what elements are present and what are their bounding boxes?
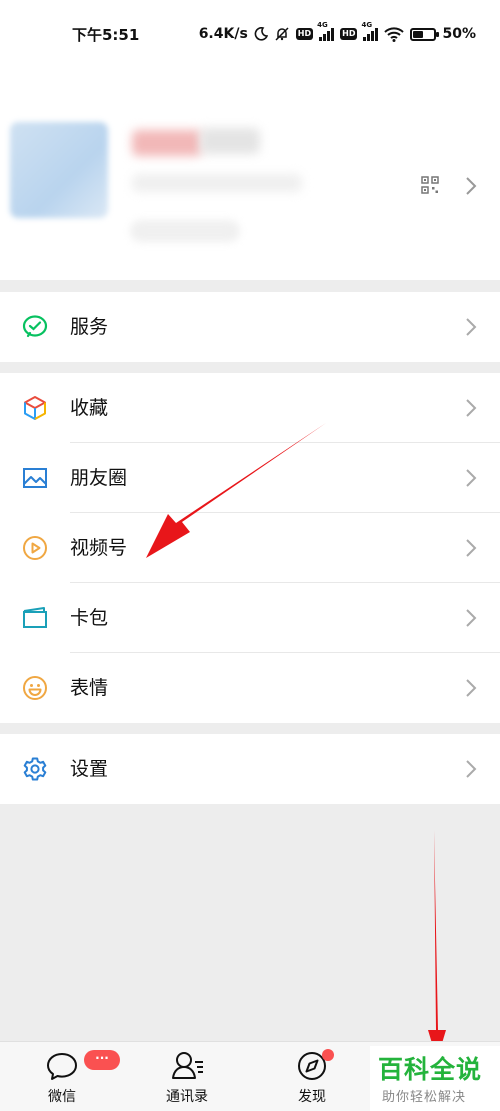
signal-icon: 4G	[317, 21, 335, 41]
tab-discover[interactable]: 发现	[262, 1042, 362, 1111]
chevron-right-icon	[466, 760, 477, 778]
services-section: 服务	[0, 292, 500, 362]
discover-badge-dot	[322, 1049, 334, 1061]
battery-fill	[413, 30, 424, 38]
chevron-right-icon	[466, 609, 477, 627]
wechat-pay-icon	[22, 315, 48, 338]
net-speed: 6.4K/s	[198, 26, 248, 42]
tab-label-chats: 微信	[48, 1089, 76, 1105]
menu-item-channels[interactable]: 视频号	[0, 513, 500, 583]
qr-code-icon[interactable]	[421, 176, 439, 194]
watermark-subtitle: 助你轻松解决	[382, 1090, 467, 1105]
menu-item-moments[interactable]: 朋友圈	[0, 443, 500, 513]
menu-label-favorites: 收藏	[70, 397, 109, 419]
status-indicators: 6.4K/s HD 4G HD 4G 50%	[198, 21, 476, 46]
battery-icon	[410, 27, 440, 41]
contacts-icon	[172, 1052, 203, 1079]
play-circle-icon	[23, 536, 47, 560]
menu-label-stickers: 表情	[70, 677, 109, 699]
chevron-right-icon	[466, 469, 477, 487]
battery-percent: 50%	[442, 26, 476, 42]
features-section: 收藏 朋友圈 视频号 卡包 表情	[0, 373, 500, 723]
menu-label-settings: 设置	[70, 758, 109, 780]
chevron-right-icon	[466, 399, 477, 417]
wifi-icon	[384, 27, 405, 42]
hd-badge: HD	[295, 28, 314, 40]
wechat-me-screen: 下午5:51 6.4K/s HD 4G HD 4G 50% 服务 收藏 朋友圈 …	[0, 0, 500, 1111]
menu-item-settings[interactable]: 设置	[0, 734, 500, 804]
gear-icon	[23, 757, 47, 781]
cube-icon	[24, 396, 46, 420]
card-wallet-icon	[23, 607, 47, 628]
menu-item-cards[interactable]: 卡包	[0, 583, 500, 653]
signal-icon-2: 4G	[361, 21, 379, 41]
chevron-right-icon	[466, 539, 477, 557]
menu-label-cards: 卡包	[70, 607, 109, 629]
nickname-blurred	[132, 130, 202, 156]
wechat-id-blurred	[132, 174, 302, 192]
nickname-blurred-2	[200, 128, 260, 154]
mute-bell-icon	[275, 27, 289, 41]
net-type-2: 4G	[361, 21, 373, 29]
annotation-arrow-to-tab	[428, 830, 446, 1060]
chevron-right-icon	[466, 318, 477, 336]
watermark-title: 百科全说	[378, 1055, 483, 1084]
menu-item-services[interactable]: 服务	[0, 292, 500, 362]
status-bar: 下午5:51 6.4K/s HD 4G HD 4G 50%	[0, 0, 500, 70]
watermark: 百科全说 助你轻松解决	[370, 1046, 500, 1111]
menu-item-stickers[interactable]: 表情	[0, 653, 500, 723]
tab-label-discover: 发现	[298, 1089, 326, 1105]
smiley-icon	[23, 676, 47, 700]
menu-label-services: 服务	[70, 316, 109, 338]
picture-icon	[23, 468, 47, 488]
menu-item-favorites[interactable]: 收藏	[0, 373, 500, 443]
menu-label-channels: 视频号	[70, 537, 128, 559]
chevron-right-icon	[466, 177, 477, 195]
chevron-right-icon	[466, 679, 477, 697]
tab-label-contacts: 通讯录	[166, 1089, 208, 1105]
profile-header[interactable]	[0, 70, 500, 280]
status-blurred[interactable]	[130, 220, 240, 242]
status-time: 下午5:51	[72, 26, 140, 44]
menu-label-moments: 朋友圈	[70, 467, 128, 489]
tab-chats[interactable]: ··· 微信	[12, 1042, 120, 1111]
unread-badge: ···	[84, 1050, 120, 1070]
settings-section: 设置	[0, 734, 500, 804]
avatar[interactable]	[10, 122, 108, 218]
net-type: 4G	[317, 21, 328, 29]
chat-bubble-icon	[47, 1053, 77, 1080]
tab-contacts[interactable]: 通讯录	[137, 1042, 237, 1111]
hd-badge-2: HD	[340, 28, 358, 40]
moon-icon	[254, 27, 268, 41]
